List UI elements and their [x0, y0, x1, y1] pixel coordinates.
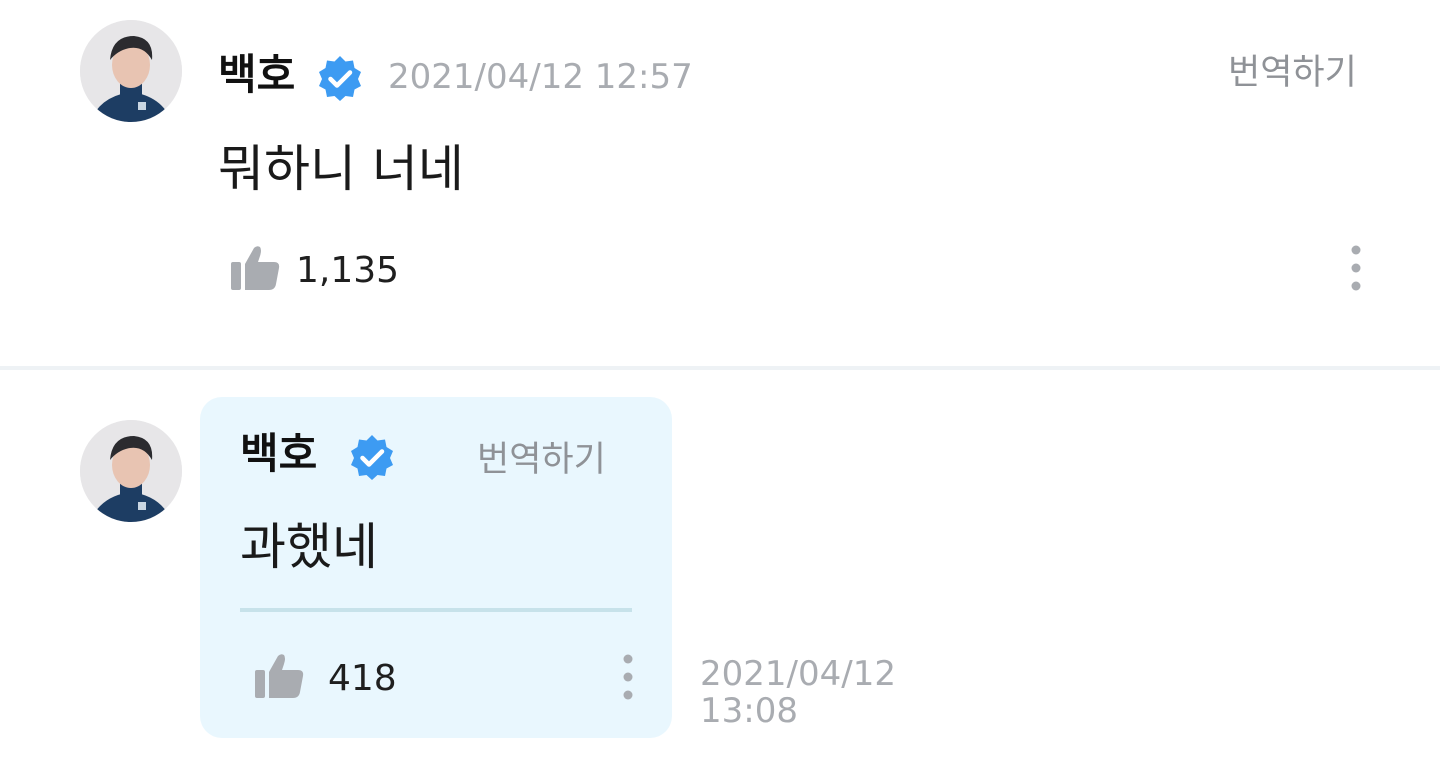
like-count: 1,135 [296, 250, 400, 291]
reply-like-count: 418 [328, 658, 397, 699]
thumbs-up-icon[interactable] [230, 244, 282, 292]
reply-translate-button[interactable]: 번역하기 [477, 443, 606, 478]
more-vertical-icon[interactable] [1348, 244, 1364, 292]
reply-timestamp-time: 13:08 [700, 691, 798, 732]
reply-author-avatar[interactable] [80, 420, 182, 522]
author-name[interactable]: 백호 [218, 54, 295, 96]
reply-bubble-divider [240, 608, 632, 612]
reply-text: 과했네 [240, 518, 378, 576]
reply-author-name[interactable]: 백호 [240, 433, 317, 475]
more-vertical-icon[interactable] [620, 653, 636, 701]
post-timestamp: 2021/04/12 12:57 [388, 57, 693, 97]
verified-badge-icon [319, 56, 361, 101]
reply-timestamp-date: 2021/04/12 [700, 654, 896, 694]
translate-button[interactable]: 번역하기 [1228, 56, 1357, 91]
verified-badge-icon [351, 435, 393, 480]
thumbs-up-icon[interactable] [254, 652, 306, 700]
comment-text: 뭐하니 너네 [218, 140, 464, 198]
reply-timestamp: 2021/04/12 13:08 [700, 654, 896, 732]
author-avatar[interactable] [80, 20, 182, 122]
comment-separator [0, 366, 1440, 370]
